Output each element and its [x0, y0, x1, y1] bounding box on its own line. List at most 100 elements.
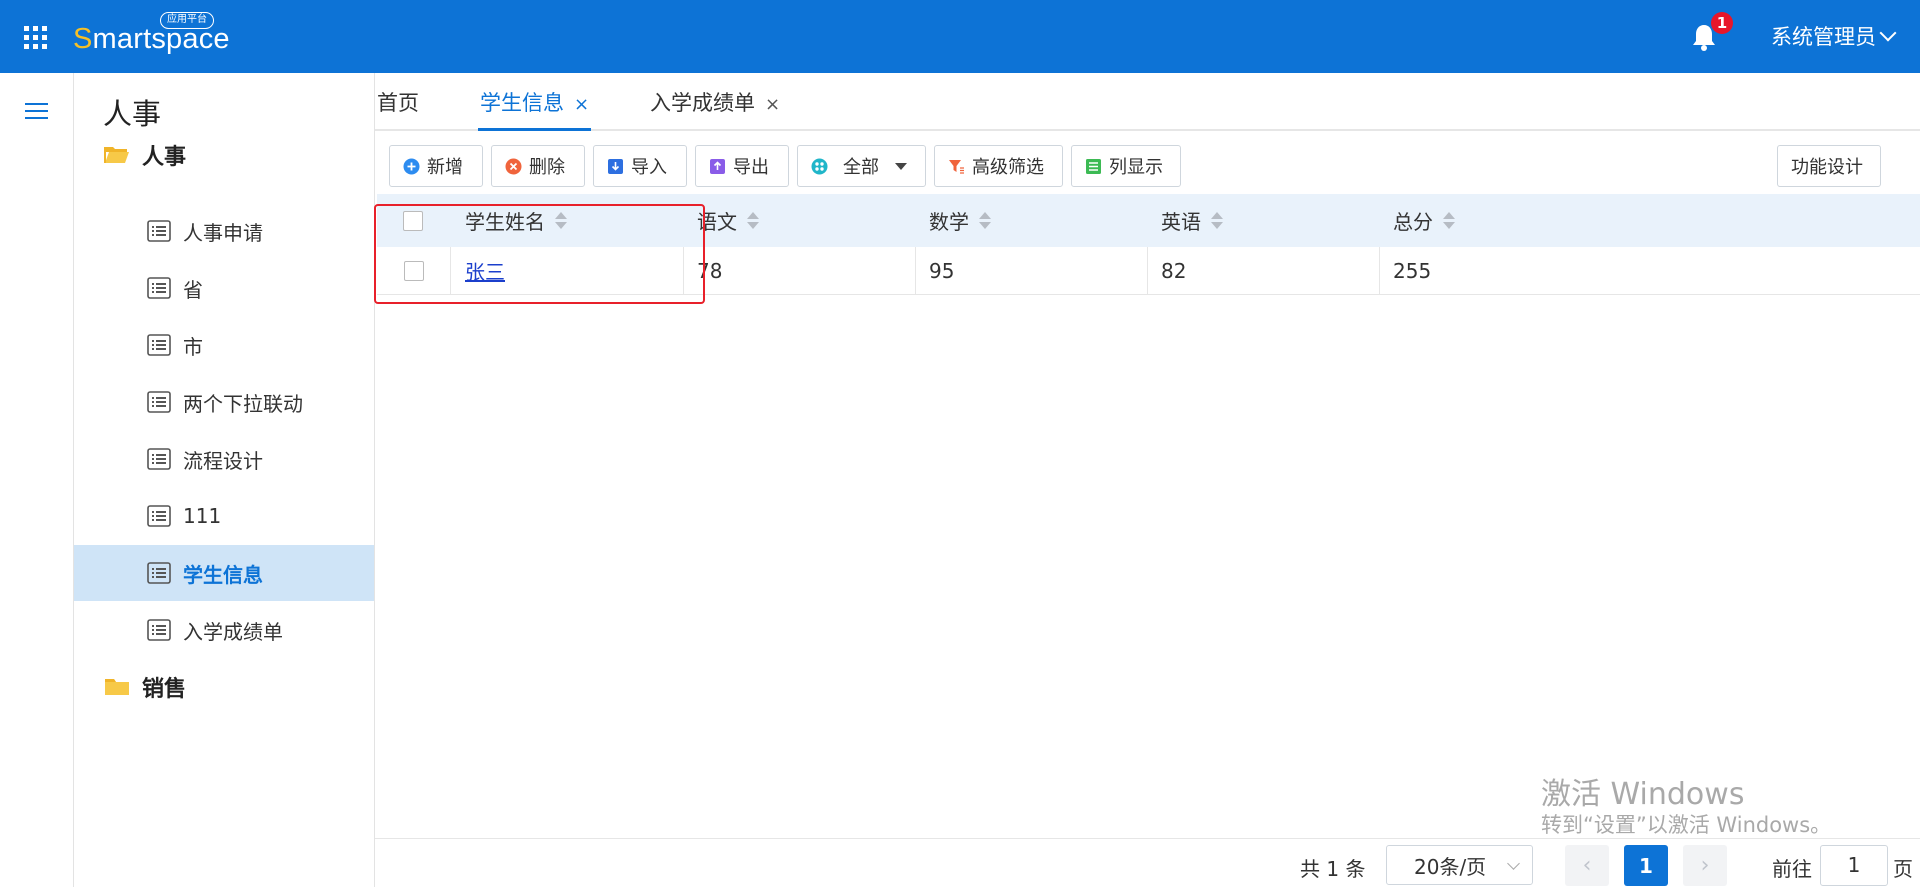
- column-header-label: 总分: [1393, 210, 1433, 234]
- list-icon: [147, 448, 171, 470]
- total-count: 共 1 条: [1300, 857, 1366, 881]
- cell-total: 255: [1393, 258, 1432, 283]
- column-header-label: 数学: [929, 210, 969, 234]
- tab-close-icon[interactable]: ×: [765, 94, 780, 115]
- column-display-label: 列显示: [1109, 157, 1163, 178]
- sort-icon[interactable]: [1211, 211, 1223, 230]
- goto-page-input[interactable]: 1: [1820, 845, 1888, 886]
- page-size-label: 20条/页: [1414, 854, 1487, 879]
- notification-count-badge: 1: [1711, 12, 1733, 34]
- columns-icon: [1086, 158, 1101, 174]
- delete-circle-icon: [505, 158, 522, 174]
- user-menu[interactable]: 系统管理员: [1771, 22, 1897, 52]
- sidebar-group-hr[interactable]: 人事: [104, 135, 186, 175]
- sidebar-item[interactable]: 人事申请: [74, 203, 374, 259]
- sidebar-item[interactable]: 流程设计: [74, 431, 374, 487]
- function-design-button[interactable]: 功能设计: [1777, 145, 1881, 187]
- cell-chinese: 78: [684, 247, 916, 294]
- sort-icon[interactable]: [747, 211, 759, 230]
- sidebar-item-label: 市: [183, 334, 203, 359]
- tab-admission-scores[interactable]: 入学成绩单 ×: [650, 87, 780, 131]
- sidebar: 人事 人事 人事申请 省 市 两个下拉联动 流程设计 111 学生信息 入学成绩: [74, 73, 375, 887]
- delete-button[interactable]: 删除: [491, 145, 585, 187]
- import-button[interactable]: 导入: [593, 145, 687, 187]
- sidebar-item-label: 流程设计: [183, 448, 263, 473]
- apps-dots-icon: [811, 158, 828, 174]
- add-button[interactable]: 新增: [389, 145, 483, 187]
- sidebar-item-label: 人事申请: [183, 220, 263, 245]
- function-design-label: 功能设计: [1791, 157, 1863, 178]
- logo-badge: 应用平台: [160, 12, 214, 29]
- list-icon: [147, 619, 171, 641]
- apps-grid-icon[interactable]: [24, 26, 48, 50]
- tab-bar: 首页 学生信息 × 入学成绩单 ×: [375, 73, 1920, 131]
- folder-open-icon: [104, 147, 129, 163]
- column-header-math[interactable]: 数学: [929, 194, 991, 247]
- toolbar: 新增 删除 导入 导出 全部 高级筛选 列显示 功能设计: [375, 131, 1920, 191]
- cell-math: 95: [916, 247, 1148, 294]
- add-label: 新增: [427, 157, 463, 178]
- sort-icon[interactable]: [979, 211, 991, 230]
- tab-home[interactable]: 首页: [377, 87, 419, 131]
- list-icon: [147, 277, 171, 299]
- sidebar-title: 人事: [103, 97, 162, 131]
- export-button[interactable]: 导出: [695, 145, 789, 187]
- sidebar-item[interactable]: 入学成绩单: [74, 602, 374, 658]
- caret-down-icon: [895, 162, 907, 170]
- folder-icon: [105, 679, 129, 695]
- column-display-button[interactable]: 列显示: [1071, 145, 1181, 187]
- top-bar: Smartspace 应用平台 1 系统管理员: [0, 0, 1920, 73]
- list-icon: [147, 562, 171, 584]
- tab-label: 入学成绩单: [650, 91, 755, 115]
- column-header-total[interactable]: 总分: [1393, 194, 1455, 247]
- advanced-filter-button[interactable]: 高级筛选: [934, 145, 1063, 187]
- export-icon: [710, 158, 725, 174]
- sidebar-item-label: 入学成绩单: [183, 619, 283, 644]
- import-icon: [608, 158, 623, 174]
- sidebar-item-label: 两个下拉联动: [183, 391, 303, 416]
- sidebar-item[interactable]: 市: [74, 317, 374, 373]
- sidebar-group-sales[interactable]: 销售: [104, 667, 186, 707]
- current-page-button[interactable]: 1: [1624, 845, 1668, 886]
- sidebar-item-label: 111: [183, 504, 222, 528]
- list-icon: [147, 334, 171, 356]
- export-label: 导出: [733, 157, 769, 178]
- tab-label: 学生信息: [480, 91, 564, 115]
- sidebar-item-active[interactable]: 学生信息: [74, 545, 374, 601]
- menu-toggle-icon[interactable]: [25, 103, 48, 119]
- next-page-button[interactable]: ›: [1683, 845, 1727, 886]
- page-size-select[interactable]: 20条/页: [1386, 845, 1533, 885]
- prev-page-button[interactable]: ‹: [1565, 845, 1609, 886]
- pagination: 共 1 条 20条/页 ‹ 1 › 前往 1 页: [375, 838, 1920, 887]
- chevron-down-icon: [1507, 857, 1520, 870]
- sidebar-item[interactable]: 两个下拉联动: [74, 374, 374, 430]
- column-header-english[interactable]: 英语: [1161, 194, 1223, 247]
- import-label: 导入: [631, 157, 667, 178]
- tab-student-info[interactable]: 学生信息 ×: [478, 87, 592, 131]
- activation-watermark-title: 激活 Windows: [1541, 777, 1745, 812]
- scope-dropdown[interactable]: 全部: [797, 145, 926, 187]
- sidebar-group-label: 销售: [142, 677, 187, 702]
- list-icon: [147, 391, 171, 413]
- activation-watermark-hint: 转到“设置”以激活 Windows。: [1541, 813, 1832, 837]
- left-rail: [0, 73, 74, 887]
- chevron-down-icon: [1879, 24, 1897, 42]
- page-unit-label: 页: [1893, 857, 1913, 881]
- delete-label: 删除: [529, 157, 565, 178]
- filter-icon: [949, 159, 964, 174]
- sidebar-item[interactable]: 111: [74, 488, 374, 544]
- scope-label: 全部: [843, 157, 879, 178]
- column-header-chinese[interactable]: 语文: [697, 194, 759, 247]
- advanced-filter-label: 高级筛选: [972, 157, 1044, 178]
- column-header-label: 英语: [1161, 210, 1201, 234]
- sidebar-item-label: 学生信息: [183, 562, 263, 587]
- cell-english: 82: [1148, 247, 1380, 294]
- sidebar-item[interactable]: 省: [74, 260, 374, 316]
- sidebar-item-label: 省: [183, 277, 203, 302]
- user-name: 系统管理员: [1771, 25, 1876, 49]
- sidebar-group-label: 人事: [142, 145, 187, 170]
- tab-close-icon[interactable]: ×: [574, 94, 589, 115]
- list-icon: [147, 505, 171, 527]
- sort-icon[interactable]: [1443, 211, 1455, 230]
- goto-label: 前往: [1772, 857, 1812, 881]
